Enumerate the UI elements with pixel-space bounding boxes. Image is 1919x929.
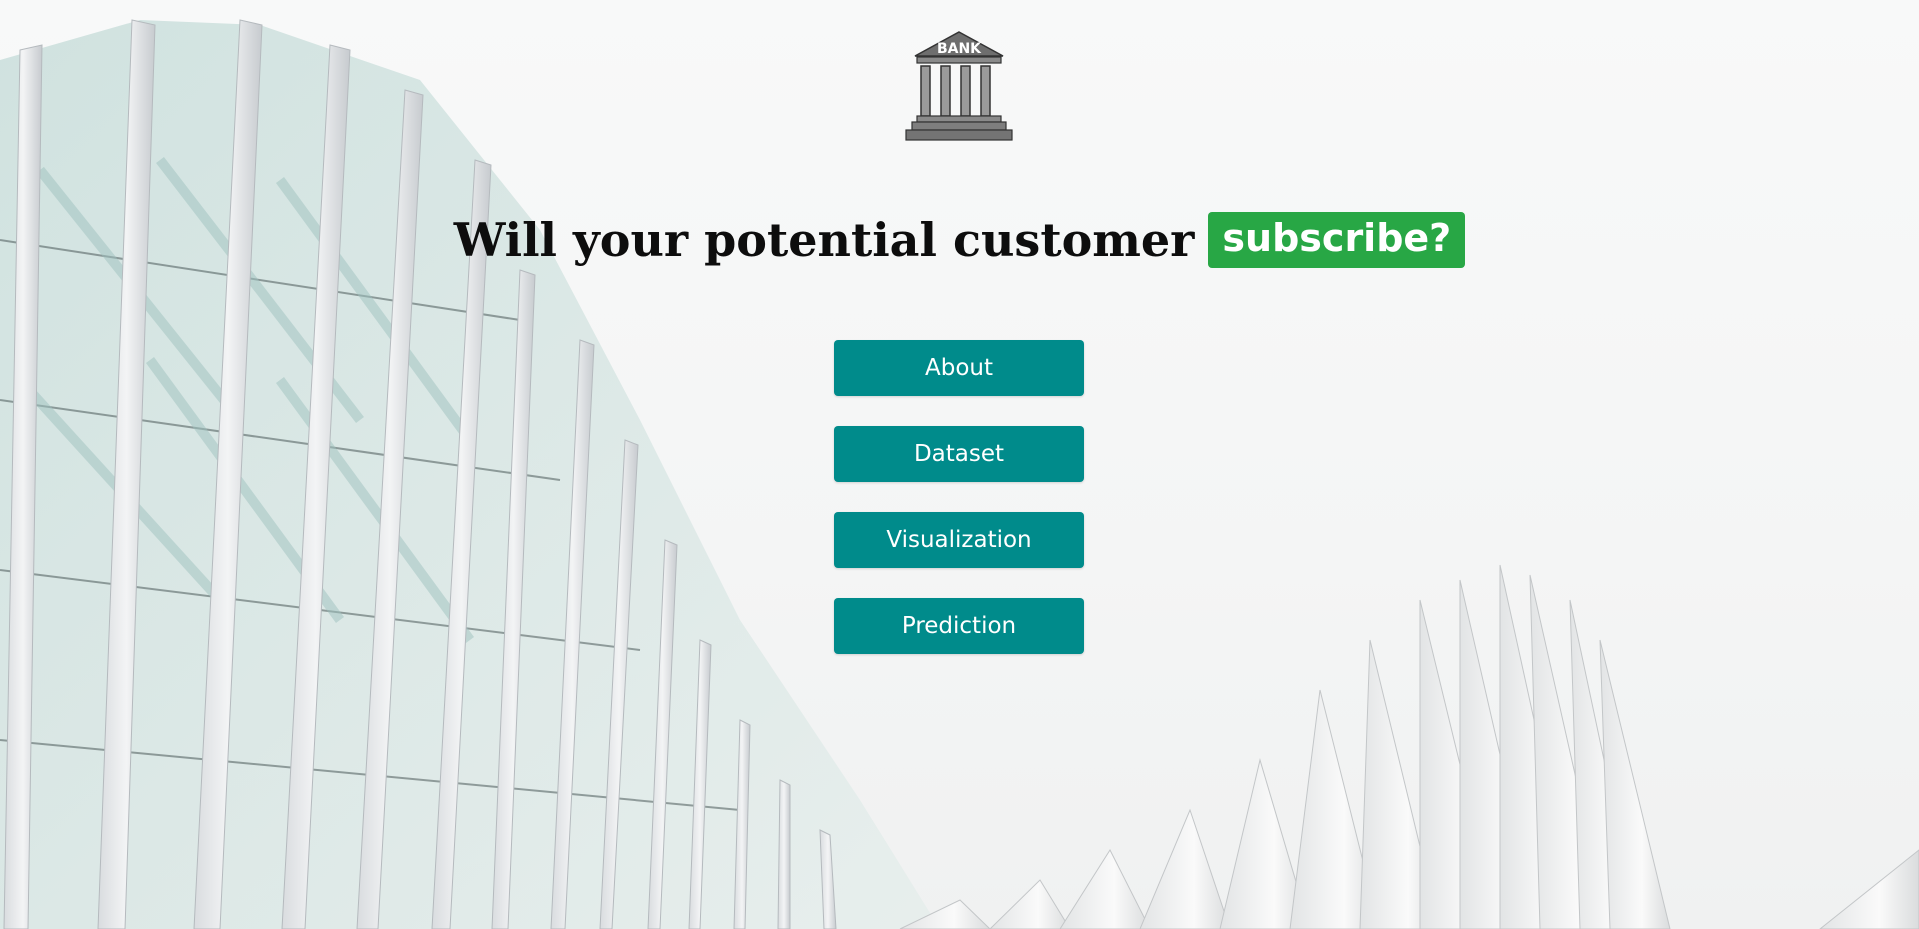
main-navigation: About Dataset Visualization Prediction	[834, 340, 1084, 684]
about-button[interactable]: About	[834, 340, 1084, 396]
dataset-button[interactable]: Dataset	[834, 426, 1084, 482]
headline: Will your potential customer subscribe?	[0, 211, 1919, 269]
headline-text: Will your potential customer	[453, 213, 1195, 267]
bank-building-icon: BANK	[905, 31, 1013, 141]
logo-text: BANK	[937, 41, 982, 57]
subscribe-badge: subscribe?	[1208, 212, 1466, 268]
visualization-button[interactable]: Visualization	[834, 512, 1084, 568]
prediction-button[interactable]: Prediction	[834, 598, 1084, 654]
landing-page: BANK Will your potential customer subscr…	[0, 0, 1919, 929]
